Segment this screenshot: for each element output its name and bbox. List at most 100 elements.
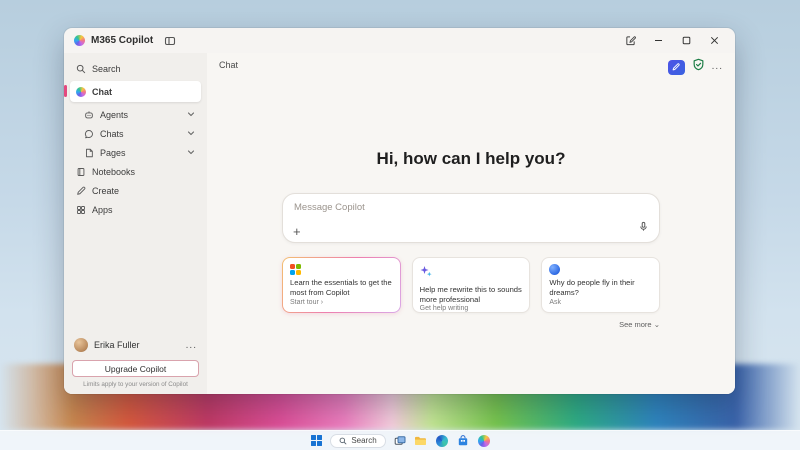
windows-logo-icon xyxy=(311,435,322,446)
composer-placeholder: Message Copilot xyxy=(294,202,365,213)
new-window-button[interactable] xyxy=(619,31,641,50)
suggestion-card-rewrite[interactable]: Help me rewrite this to sounds more prof… xyxy=(412,257,531,313)
sidebar-item-label: Notebooks xyxy=(92,167,135,177)
maximize-button[interactable] xyxy=(675,31,697,50)
sidebar-item-label: Apps xyxy=(92,205,113,215)
edge-browser-button[interactable] xyxy=(435,434,449,448)
sidebar-toggle-button[interactable] xyxy=(159,31,181,50)
window-body: Search Chat Agents Chats xyxy=(64,53,735,394)
copilot-app-button[interactable] xyxy=(477,434,491,448)
window-title: M365 Copilot xyxy=(91,35,153,46)
sidebar-item-label: Pages xyxy=(100,148,126,158)
microphone-button[interactable] xyxy=(638,219,649,237)
user-row[interactable]: Erika Fuller ... xyxy=(70,336,201,354)
titlebar: M365 Copilot xyxy=(64,28,735,53)
search-icon xyxy=(76,64,86,74)
chevron-right-icon: › xyxy=(321,299,323,306)
notebooks-icon xyxy=(76,167,86,177)
sidebar-item-chats[interactable]: Chats xyxy=(78,124,201,143)
card-action-label: Get help writing xyxy=(420,305,469,312)
sidebar-item-create[interactable]: Create xyxy=(70,181,201,200)
new-chat-icon xyxy=(671,62,681,72)
card-action-label: Start tour xyxy=(290,299,319,306)
sidebar-item-pages[interactable]: Pages xyxy=(78,143,201,162)
shield-check-icon xyxy=(692,58,705,71)
taskbar-search-label: Search xyxy=(351,436,376,445)
close-button[interactable] xyxy=(703,31,725,50)
card-action[interactable]: Start tour › xyxy=(290,299,393,306)
search-icon xyxy=(339,437,347,445)
card-title: Why do people fly in their dreams? xyxy=(549,278,652,298)
sidebar-toggle-icon xyxy=(164,35,176,47)
copilot-window: M365 Copilot Search xyxy=(64,28,735,394)
sidebar-item-label: Chat xyxy=(92,87,112,97)
greeting-heading: Hi, how can I help you? xyxy=(207,149,735,169)
see-more-label: See more xyxy=(619,320,652,329)
copilot-chat-icon xyxy=(76,87,86,97)
card-action-label: Ask xyxy=(549,299,561,306)
sidebar-item-chat[interactable]: Chat xyxy=(70,81,201,102)
sparkles-icon xyxy=(420,264,523,282)
more-menu-button[interactable]: ... xyxy=(712,62,723,72)
close-icon xyxy=(710,36,719,45)
minimize-button[interactable] xyxy=(647,31,669,50)
suggestion-card-essentials[interactable]: Learn the essentials to get the most fro… xyxy=(282,257,401,313)
card-title: Learn the essentials to get the most fro… xyxy=(290,278,393,298)
desktop: M365 Copilot Search xyxy=(0,0,800,450)
limits-footnote: Limits apply to your version of Copilot xyxy=(70,381,201,388)
sidebar-item-apps[interactable]: Apps xyxy=(70,200,201,219)
sidebar-item-label: Search xyxy=(92,64,121,74)
taskbar: Search xyxy=(0,430,800,450)
message-composer[interactable]: Message Copilot + xyxy=(282,193,660,243)
chevron-down-icon: ⌄ xyxy=(654,320,660,329)
suggestion-card-dreams[interactable]: Why do people fly in their dreams? Ask xyxy=(541,257,660,313)
add-attachment-button[interactable]: + xyxy=(293,225,301,238)
file-explorer-icon xyxy=(414,435,427,446)
minimize-icon xyxy=(654,36,663,45)
sidebar: Search Chat Agents Chats xyxy=(64,53,207,394)
create-icon xyxy=(76,186,86,196)
main-header-actions: ... xyxy=(668,58,723,76)
pages-icon xyxy=(84,148,94,158)
task-view-button[interactable] xyxy=(393,434,407,448)
dreams-icon xyxy=(549,264,560,275)
upgrade-label: Upgrade Copilot xyxy=(105,364,166,374)
apps-icon xyxy=(76,205,86,215)
suggestion-cards: Learn the essentials to get the most fro… xyxy=(282,257,660,313)
chevron-down-icon xyxy=(187,110,195,120)
see-more-link[interactable]: See more ⌄ xyxy=(282,320,660,329)
file-explorer-button[interactable] xyxy=(414,434,428,448)
maximize-icon xyxy=(682,36,691,45)
new-chat-button[interactable] xyxy=(668,60,685,75)
user-name: Erika Fuller xyxy=(94,340,140,350)
sidebar-item-label: Chats xyxy=(100,129,124,139)
sidebar-item-label: Agents xyxy=(100,110,128,120)
microphone-icon xyxy=(638,221,649,232)
more-options-icon[interactable]: ... xyxy=(186,340,197,351)
compose-icon xyxy=(625,35,636,46)
avatar xyxy=(74,338,88,352)
card-title: Help me rewrite this to sounds more prof… xyxy=(420,285,523,305)
edge-icon xyxy=(436,435,448,447)
upgrade-copilot-button[interactable]: Upgrade Copilot xyxy=(72,360,199,377)
start-button[interactable] xyxy=(309,434,323,448)
copilot-logo-icon xyxy=(74,35,85,46)
taskbar-search[interactable]: Search xyxy=(330,434,385,448)
chevron-down-icon xyxy=(187,148,195,158)
store-icon xyxy=(457,435,469,447)
card-action[interactable]: Ask xyxy=(549,299,652,306)
protected-button[interactable] xyxy=(692,58,705,76)
sidebar-item-notebooks[interactable]: Notebooks xyxy=(70,162,201,181)
sidebar-item-search[interactable]: Search xyxy=(70,59,201,78)
sidebar-item-agents[interactable]: Agents xyxy=(78,105,201,124)
card-action[interactable]: Get help writing xyxy=(420,305,523,312)
page-title: Chat xyxy=(219,60,238,70)
microsoft-store-button[interactable] xyxy=(456,434,470,448)
sidebar-item-label: Create xyxy=(92,186,119,196)
agents-icon xyxy=(84,110,94,120)
copilot-taskbar-icon xyxy=(478,435,490,447)
chats-icon xyxy=(84,129,94,139)
chat-main: Chat ... Hi, how can I help you? Message… xyxy=(207,53,735,394)
essentials-icon xyxy=(290,264,393,275)
sidebar-bottom: Erika Fuller ... Upgrade Copilot Limits … xyxy=(70,336,201,388)
